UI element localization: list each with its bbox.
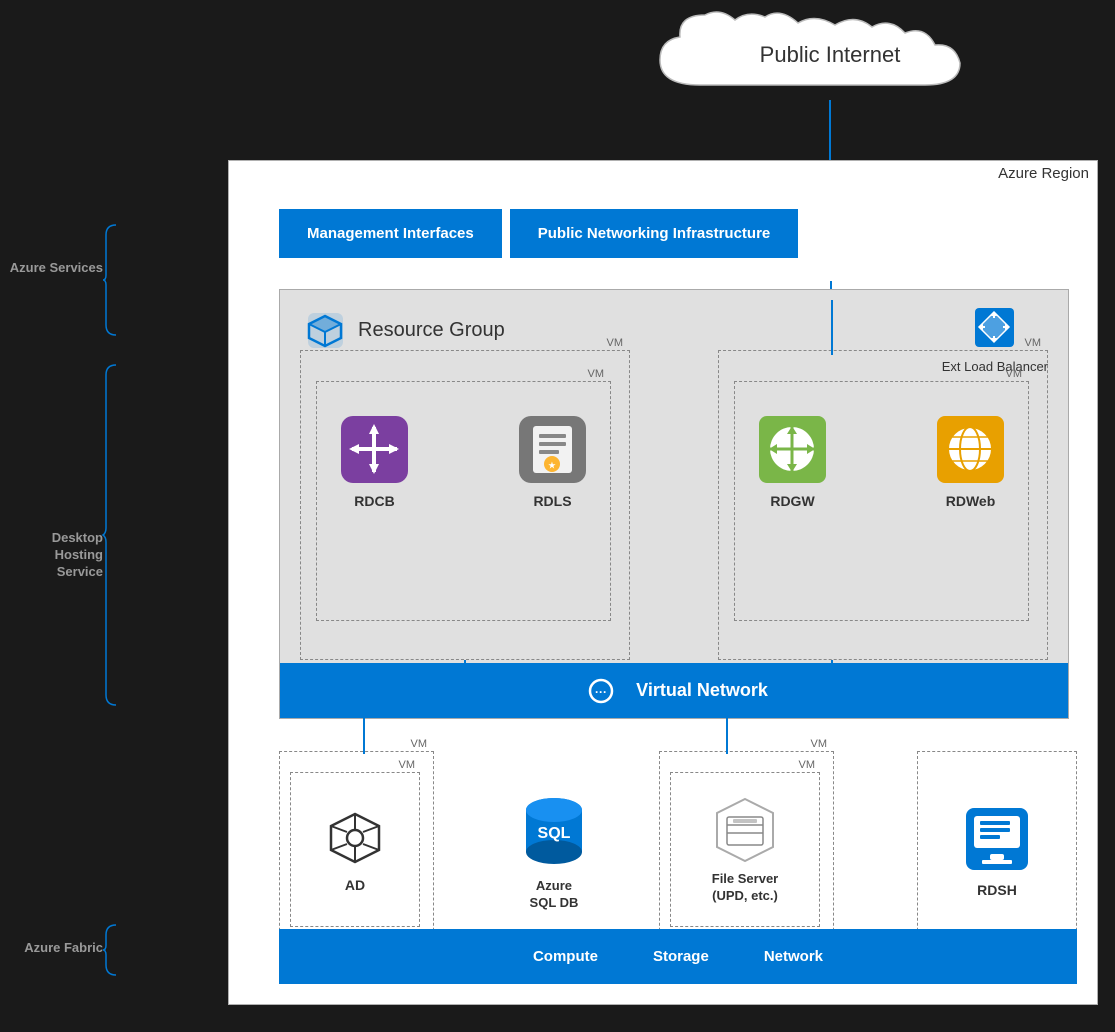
vnet-to-fs-line xyxy=(726,714,728,754)
vm-tag-inner-right: VM xyxy=(1006,368,1023,380)
rdsh-service: RDSH xyxy=(918,752,1076,950)
vm-tag-fs-outer: VM xyxy=(811,738,828,750)
desktop-hosting-brace xyxy=(101,360,121,710)
azure-services-label-group: Azure Services xyxy=(8,260,103,275)
ad-service: AD xyxy=(291,773,419,926)
resource-group-icon xyxy=(303,308,348,353)
rdcb-icon xyxy=(337,412,412,487)
rdls-icon: ★ xyxy=(515,412,590,487)
azure-fabric-label: Azure Fabric xyxy=(8,940,103,955)
azure-services-brace xyxy=(101,220,121,340)
desktop-hosting-label: Desktop Hosting Service xyxy=(8,530,103,581)
lb-to-rdgw-line xyxy=(831,300,833,355)
fileserver-label: File Server(UPD, etc.) xyxy=(712,871,779,905)
rdls-label: RDLS xyxy=(533,493,571,509)
vm-tag-ad-outer: VM xyxy=(411,738,428,750)
azure-region-label: Azure Region xyxy=(998,165,1089,182)
resource-group-title: Resource Group xyxy=(358,319,505,342)
azure-fabric-bar: Compute Storage Network xyxy=(279,929,1077,984)
vm-outer-fileserver: VM VM File Server(UPD, etc.) xyxy=(659,751,834,951)
vnet-label: Virtual Network xyxy=(636,680,768,701)
rdsh-label: RDSH xyxy=(977,882,1017,898)
fileserver-service: File Server(UPD, etc.) xyxy=(671,773,819,926)
cloud-connector-line xyxy=(829,100,831,165)
public-networking-button[interactable]: Public Networking Infrastructure xyxy=(510,209,799,258)
rdgw-icon xyxy=(755,412,830,487)
rdweb-icon xyxy=(933,412,1008,487)
svg-text:···: ··· xyxy=(595,685,607,699)
ad-label: AD xyxy=(345,877,365,893)
virtual-network-bar: ··· Virtual Network xyxy=(280,663,1068,718)
vm-outer-left: VM VM xyxy=(300,350,630,660)
header-buttons-container: Management Interfaces Public Networking … xyxy=(279,209,798,258)
vm-tag-outer-left: VM xyxy=(607,337,624,349)
vm-outer-ad: VM VM AD xyxy=(279,751,434,951)
cloud-label: Public Internet xyxy=(760,42,901,68)
vm-inner-fileserver: VM File Server(UPD, etc.) xyxy=(670,772,820,927)
ext-lb-icon xyxy=(967,300,1022,355)
vm-inner-right: VM RDGW xyxy=(734,381,1029,621)
sql-db-icon: SQL xyxy=(519,790,589,870)
vm-tag-outer-right: VM xyxy=(1025,337,1042,349)
rdweb-label: RDWeb xyxy=(946,493,996,509)
azure-services-label: Azure Services xyxy=(8,260,103,275)
rdgw-label: RDGW xyxy=(770,493,814,509)
fileserver-icon xyxy=(711,795,779,865)
ad-icon xyxy=(323,806,388,871)
azure-fabric-label-group: Azure Fabric xyxy=(8,940,103,955)
azure-fabric-brace xyxy=(101,920,121,980)
fabric-network: Network xyxy=(764,948,823,965)
rdweb-service: RDWeb xyxy=(933,412,1008,509)
fabric-compute: Compute xyxy=(533,948,598,965)
rdcb-service: RDCB xyxy=(337,412,412,509)
fabric-storage: Storage xyxy=(653,948,709,965)
management-interfaces-button[interactable]: Management Interfaces xyxy=(279,209,502,258)
azure-sql-label: AzureSQL DB xyxy=(530,878,579,912)
rdgw-service: RDGW xyxy=(755,412,830,509)
svg-text:SQL: SQL xyxy=(538,825,571,842)
vm-outer-right: VM VM xyxy=(718,350,1048,660)
rdcb-label: RDCB xyxy=(354,493,394,509)
azure-region-box: Azure Region Management Interfaces Publi… xyxy=(228,160,1098,1005)
azure-sql-service: SQL AzureSQL DB xyxy=(484,751,624,951)
rdls-service: ★ RDLS xyxy=(515,412,590,509)
vm-tag-inner-left: VM xyxy=(588,368,605,380)
vnet-icon: ··· xyxy=(580,677,622,705)
vm-tag-fs-inner: VM xyxy=(799,759,816,771)
desktop-hosting-label-group: Desktop Hosting Service xyxy=(8,530,103,581)
svg-text:★: ★ xyxy=(548,461,556,470)
resource-group-box: Resource Group xyxy=(279,289,1069,719)
public-internet-cloud: Public Internet xyxy=(640,5,1020,105)
vm-tag-ad-inner: VM xyxy=(399,759,416,771)
vm-outer-rdsh: RDSH xyxy=(917,751,1077,951)
vm-inner-ad: VM AD xyxy=(290,772,420,927)
vnet-to-ad-line xyxy=(363,714,365,754)
vm-inner-left: VM RDCB xyxy=(316,381,611,621)
rdsh-icon xyxy=(962,804,1032,874)
